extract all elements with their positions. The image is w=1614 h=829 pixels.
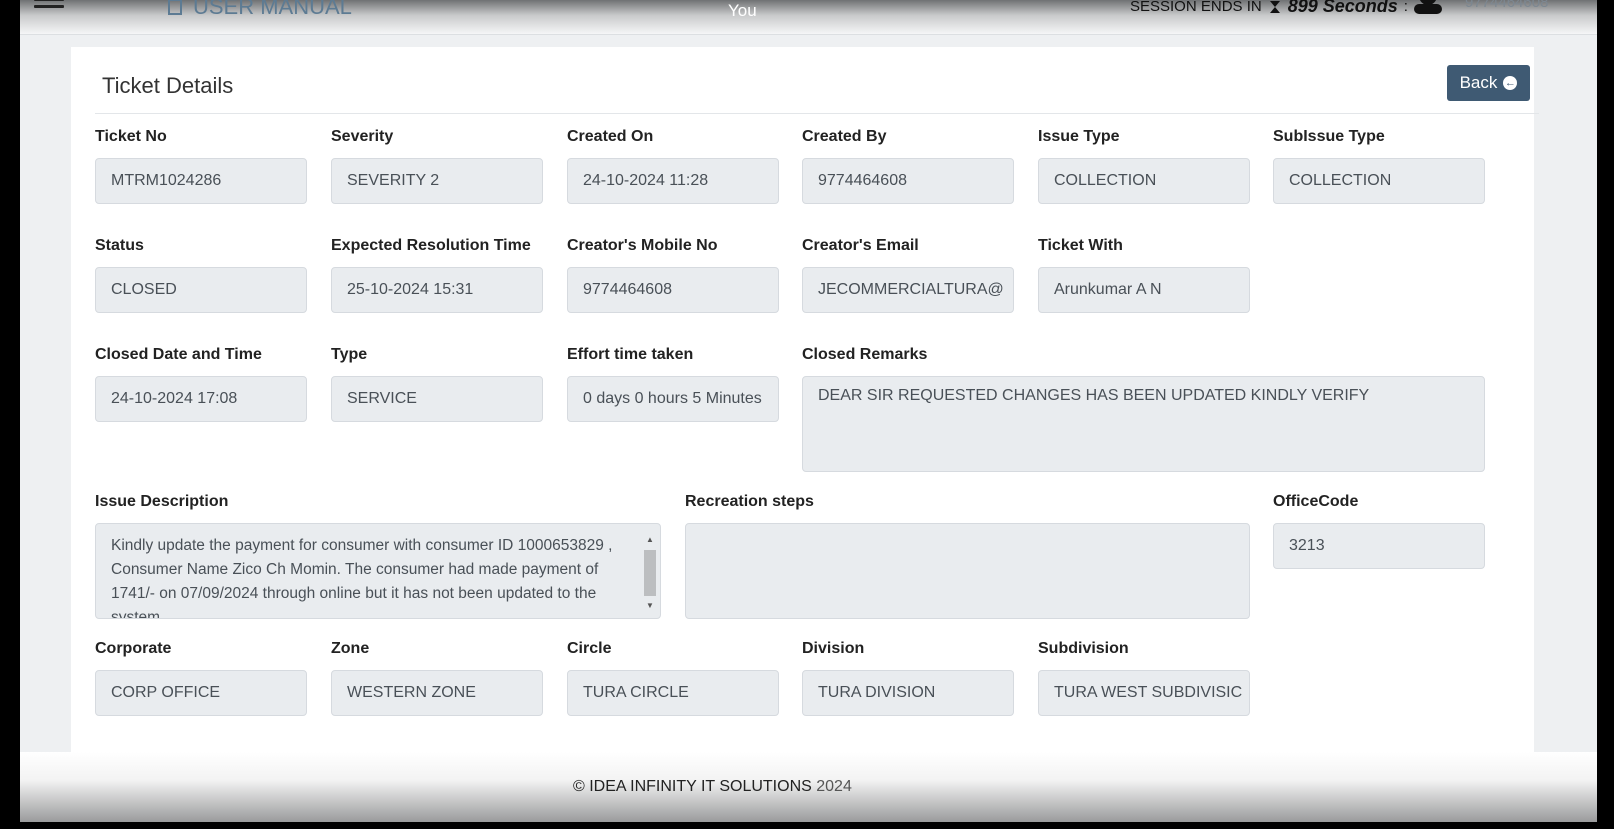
office-code-label: OfficeCode (1273, 493, 1359, 510)
app-screen: USER MANUAL You SESSION ENDS IN 899 Seco… (20, 0, 1597, 822)
ticket-with-label: Ticket With (1038, 237, 1123, 254)
created-on-label: Created On (567, 128, 654, 145)
issue-type-label: Issue Type (1038, 128, 1120, 145)
issue-description-scrollbar[interactable]: ▲ ▼ (642, 528, 658, 618)
ticket-with-field[interactable]: Arunkumar A N (1038, 267, 1250, 313)
footer-copyright: © IDEA INFINITY IT SOLUTIONS 2024 (573, 778, 852, 796)
copyright-text: © IDEA INFINITY IT SOLUTIONS (573, 778, 812, 795)
circle-label: Circle (567, 640, 612, 657)
screen-share-overlay-label: You (728, 1, 757, 20)
division-field[interactable]: TURA DIVISION (802, 670, 1014, 716)
creator-email-field[interactable]: JECOMMERCIALTURA@ (802, 267, 1014, 313)
corporate-label: Corporate (95, 640, 172, 657)
creator-mobile-field[interactable]: 9774464608 (567, 267, 779, 313)
back-button[interactable]: Back ← (1447, 65, 1530, 101)
circle-field[interactable]: TURA CIRCLE (567, 670, 779, 716)
scroll-up-icon[interactable]: ▲ (646, 528, 654, 552)
created-on-field[interactable]: 24-10-2024 11:28 (567, 158, 779, 204)
creator-email-label: Creator's Email (802, 237, 919, 254)
closed-remarks-textarea[interactable]: DEAR SIR REQUESTED CHANGES HAS BEEN UPDA… (802, 376, 1485, 472)
created-by-field[interactable]: 9774464608 (802, 158, 1014, 204)
top-navbar: USER MANUAL You SESSION ENDS IN 899 Seco… (20, 0, 1597, 35)
severity-label: Severity (331, 128, 394, 145)
issue-description-label: Issue Description (95, 493, 229, 510)
zone-field[interactable]: WESTERN ZONE (331, 670, 543, 716)
subissue-type-field[interactable]: COLLECTION (1273, 158, 1485, 204)
ticket-no-field[interactable]: MTRM1024286 (95, 158, 307, 204)
subdivision-label: Subdivision (1038, 640, 1129, 657)
type-label: Type (331, 346, 368, 363)
recreation-steps-textarea[interactable] (685, 523, 1250, 619)
session-timer: SESSION ENDS IN 899 Seconds : (1130, 0, 1408, 17)
issue-type-field[interactable]: COLLECTION (1038, 158, 1250, 204)
effort-time-label: Effort time taken (567, 346, 694, 363)
hamburger-menu-icon[interactable] (34, 0, 64, 14)
page-title: Ticket Details (102, 73, 234, 98)
status-field[interactable]: CLOSED (95, 267, 307, 313)
copyright-year: 2024 (816, 778, 852, 795)
subissue-type-label: SubIssue Type (1273, 128, 1385, 145)
status-label: Status (95, 237, 144, 254)
division-label: Division (802, 640, 865, 657)
created-by-label: Created By (802, 128, 887, 145)
corporate-field[interactable]: CORP OFFICE (95, 670, 307, 716)
user-manual-link[interactable]: USER MANUAL (167, 0, 352, 20)
subdivision-field[interactable]: TURA WEST SUBDIVISIC (1038, 670, 1250, 716)
arrow-left-circle-icon: ← (1503, 76, 1518, 90)
back-button-label: Back (1459, 73, 1498, 92)
ticket-details-card: Ticket Details Back ← Ticket No MTRM1024… (71, 47, 1539, 767)
session-seconds: 899 Seconds (1287, 0, 1398, 16)
scroll-down-icon[interactable]: ▼ (646, 594, 654, 618)
avatar[interactable] (1410, 0, 1446, 14)
book-icon (168, 0, 182, 15)
expected-resolution-label: Expected Resolution Time (331, 237, 531, 254)
expected-resolution-field[interactable]: 25-10-2024 15:31 (331, 267, 543, 313)
user-manual-label: USER MANUAL (193, 0, 352, 19)
type-field[interactable]: SERVICE (331, 376, 543, 422)
ticket-no-label: Ticket No (95, 128, 167, 145)
hourglass-icon (1269, 0, 1280, 13)
scrollbar-thumb[interactable] (644, 550, 656, 596)
recreation-steps-label: Recreation steps (685, 493, 814, 510)
session-prefix: SESSION ENDS IN (1130, 0, 1262, 15)
closed-datetime-label: Closed Date and Time (95, 346, 262, 363)
issue-description-text: Kindly update the payment for consumer w… (111, 537, 613, 619)
footer: © IDEA INFINITY IT SOLUTIONS 2024 (20, 752, 1597, 822)
creator-mobile-label: Creator's Mobile No (567, 237, 718, 254)
office-code-field[interactable]: 3213 (1273, 523, 1485, 569)
zone-label: Zone (331, 640, 370, 657)
closed-datetime-field[interactable]: 24-10-2024 17:08 (95, 376, 307, 422)
closed-remarks-label: Closed Remarks (802, 346, 928, 363)
user-id-label: 9774464608 (1465, 0, 1549, 11)
severity-field[interactable]: SEVERITY 2 (331, 158, 543, 204)
divider (95, 113, 1539, 114)
effort-time-field[interactable]: 0 days 0 hours 5 Minutes (567, 376, 779, 422)
session-suffix: : (1403, 0, 1408, 15)
issue-description-textarea[interactable]: Kindly update the payment for consumer w… (95, 523, 661, 619)
